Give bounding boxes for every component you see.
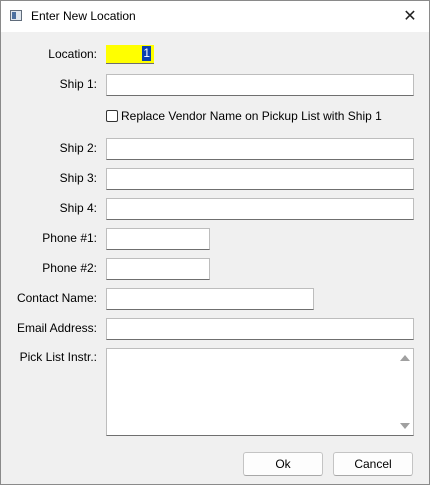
pick-list-label: Pick List Instr.: xyxy=(19,350,97,364)
scroll-up-icon[interactable] xyxy=(400,355,410,361)
ship4-label: Ship 4: xyxy=(59,201,97,215)
ok-button[interactable]: Ok xyxy=(243,452,323,476)
contact-name-label: Contact Name: xyxy=(16,291,97,305)
ship3-label: Ship 3: xyxy=(59,171,97,185)
close-icon: ✕ xyxy=(403,8,417,25)
location-value: 1 xyxy=(142,46,151,61)
close-button[interactable]: ✕ xyxy=(391,1,429,32)
dialog-title: Enter New Location xyxy=(31,9,136,23)
replace-vendor-label[interactable]: Replace Vendor Name on Pickup List with … xyxy=(121,109,382,123)
ship1-label: Ship 1: xyxy=(59,77,97,91)
ship1-field[interactable] xyxy=(106,74,414,96)
ship4-field[interactable] xyxy=(106,198,414,220)
location-field[interactable]: 1 xyxy=(106,45,154,64)
phone2-field[interactable] xyxy=(106,258,210,280)
title-bar: Enter New Location ✕ xyxy=(1,1,429,32)
pick-list-scrollbar[interactable] xyxy=(397,349,413,435)
contact-name-field[interactable] xyxy=(106,288,314,310)
replace-vendor-checkbox[interactable] xyxy=(106,110,118,122)
email-label: Email Address: xyxy=(16,321,97,335)
phone1-label: Phone #1: xyxy=(42,231,97,245)
email-field[interactable] xyxy=(106,318,414,340)
scroll-down-icon[interactable] xyxy=(400,423,410,429)
location-label: Location: xyxy=(48,47,97,61)
pick-list-textarea[interactable] xyxy=(106,348,414,436)
cancel-button[interactable]: Cancel xyxy=(333,452,413,476)
ship2-label: Ship 2: xyxy=(59,141,97,155)
phone2-label: Phone #2: xyxy=(42,261,97,275)
ship2-field[interactable] xyxy=(106,138,414,160)
dialog-window: Enter New Location ✕ Location: 1 Ship 1:… xyxy=(0,0,430,485)
app-window-icon xyxy=(10,10,22,21)
ship3-field[interactable] xyxy=(106,168,414,190)
phone1-field[interactable] xyxy=(106,228,210,250)
